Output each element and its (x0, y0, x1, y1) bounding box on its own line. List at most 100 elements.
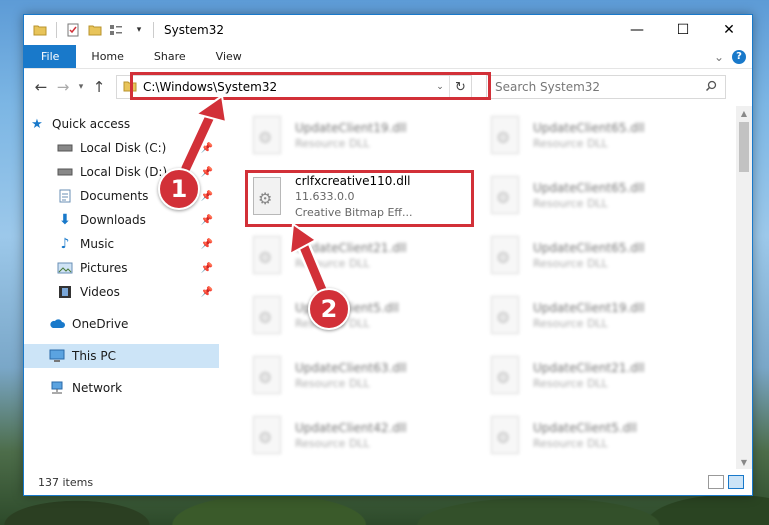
nav-item-quick-access[interactable]: ★ Quick access (24, 112, 219, 136)
file-name: UpdateClient5.dll (533, 421, 637, 435)
dll-file-icon: ⚙ (487, 416, 523, 456)
pin-icon[interactable]: 📌 (201, 191, 213, 202)
pin-icon[interactable]: 📌 (201, 263, 213, 274)
dll-file-icon: ⚙ (487, 296, 523, 336)
forward-arrow-icon[interactable]: → (52, 75, 74, 99)
callout-badge-2: 2 (308, 288, 350, 330)
ribbon-tabs: File Home Share View ⌄ ? (24, 45, 752, 69)
file-tile[interactable]: ⚙ UpdateClient65.dll Resource DLL (487, 230, 707, 282)
nav-item-network[interactable]: Network (24, 376, 219, 400)
documents-icon (56, 188, 74, 204)
file-name: UpdateClient65.dll (533, 121, 645, 135)
maximize-button[interactable]: ☐ (660, 15, 706, 45)
file-type: Resource DLL (533, 377, 608, 390)
nav-item-local-disk-c[interactable]: Local Disk (C:) 📌 (24, 136, 219, 160)
file-type: Resource DLL (533, 137, 608, 150)
nav-item-downloads[interactable]: ⬇ Downloads 📌 (24, 208, 219, 232)
file-tile[interactable]: ⚙ UpdateClient19.dll Resource DLL (249, 110, 469, 162)
file-type: Resource DLL (533, 257, 608, 270)
item-count: 137 items (38, 475, 94, 489)
search-input[interactable]: Search System32 (486, 75, 726, 99)
nav-item-onedrive[interactable]: OneDrive (24, 312, 219, 336)
up-arrow-icon[interactable]: ↑ (88, 75, 110, 99)
address-bar-highlight (130, 72, 491, 100)
ribbon-right-controls: ⌄ ? (714, 45, 752, 68)
dll-file-icon: ⚙ (249, 116, 285, 156)
file-tile[interactable]: ⚙ UpdateClient65.dll Resource DLL (487, 110, 707, 162)
nav-item-pictures[interactable]: Pictures 📌 (24, 256, 219, 280)
minimize-button[interactable]: — (614, 15, 660, 45)
file-name: UpdateClient65.dll (533, 241, 645, 255)
new-folder-icon[interactable] (87, 22, 103, 38)
file-tile[interactable]: ⚙ UpdateClient21.dll Resource DLL (249, 230, 469, 282)
film-icon (56, 284, 74, 300)
music-note-icon: ♪ (60, 236, 70, 252)
file-name: UpdateClient63.dll (295, 361, 407, 375)
nav-label: Videos (80, 285, 120, 299)
pin-icon[interactable]: 📌 (201, 215, 213, 226)
close-button[interactable]: ✕ (706, 15, 752, 45)
dll-file-icon: ⚙ (249, 296, 285, 336)
folder-icon (32, 22, 48, 38)
file-tile[interactable]: ⚙ UpdateClient21.dll Resource DLL (487, 350, 707, 402)
expand-ribbon-chevron-icon[interactable]: ⌄ (714, 50, 724, 64)
tab-file[interactable]: File (24, 45, 77, 68)
details-view-icon[interactable] (708, 475, 724, 489)
recent-locations-chevron-icon[interactable]: ▾ (74, 75, 88, 99)
file-tile[interactable]: ⚙ UpdateClient5.dllResource DLL (249, 290, 469, 342)
main-area: ★ Quick access Local Disk (C:) 📌 Local D… (24, 106, 752, 469)
dll-file-icon: ⚙ (487, 356, 523, 396)
back-arrow-icon[interactable]: ← (30, 75, 52, 99)
dll-file-icon: ⚙ (487, 236, 523, 276)
search-icon[interactable] (705, 80, 717, 95)
window-controls: — ☐ ✕ (614, 15, 752, 45)
nav-label: Local Disk (C:) (80, 141, 167, 155)
tiles-view-icon[interactable] (728, 475, 744, 489)
nav-item-videos[interactable]: Videos 📌 (24, 280, 219, 304)
file-highlight (245, 170, 474, 227)
dll-file-icon: ⚙ (249, 356, 285, 396)
tab-view[interactable]: View (201, 45, 257, 68)
pin-icon[interactable]: 📌 (201, 143, 213, 154)
search-placeholder: Search System32 (495, 80, 601, 94)
pin-icon[interactable]: 📌 (201, 239, 213, 250)
nav-item-this-pc[interactable]: This PC (24, 344, 219, 368)
download-arrow-icon: ⬇ (59, 212, 71, 228)
view-options-icon[interactable] (109, 22, 125, 38)
tab-home[interactable]: Home (76, 45, 138, 68)
star-icon: ★ (31, 116, 43, 132)
file-tile[interactable]: ⚙ UpdateClient5.dllResource DLL (487, 410, 707, 462)
nav-item-music[interactable]: ♪ Music 📌 (24, 232, 219, 256)
vertical-scrollbar[interactable]: ▲ ▼ (736, 106, 752, 469)
help-icon[interactable]: ? (732, 49, 746, 64)
nav-label: Music (80, 237, 115, 251)
tab-share[interactable]: Share (139, 45, 201, 68)
file-tile[interactable]: ⚙ UpdateClient19.dll Resource DLL (487, 290, 707, 342)
network-icon (48, 380, 66, 396)
scroll-up-arrow-icon[interactable]: ▲ (736, 106, 752, 120)
pin-icon[interactable]: 📌 (201, 167, 213, 178)
file-type: Resource DLL (295, 257, 370, 270)
scroll-down-arrow-icon[interactable]: ▼ (736, 455, 752, 469)
pin-icon[interactable]: 📌 (201, 287, 213, 298)
dll-file-icon: ⚙ (487, 116, 523, 156)
nav-label: This PC (72, 349, 116, 363)
properties-icon[interactable] (65, 22, 81, 38)
nav-label: OneDrive (72, 317, 129, 331)
nav-label: Network (72, 381, 123, 395)
file-tile[interactable]: ⚙ UpdateClient42.dll Resource DLL (249, 410, 469, 462)
window-title: System32 (164, 23, 225, 37)
dll-file-icon: ⚙ (249, 416, 285, 456)
file-type: Resource DLL (533, 317, 608, 330)
title-bar: ▾ System32 — ☐ ✕ (24, 15, 752, 45)
dll-file-icon: ⚙ (249, 236, 285, 276)
file-type: Resource DLL (295, 137, 370, 150)
divider (153, 22, 154, 38)
file-list: ⚙ UpdateClient19.dll Resource DLL ⚙ crlfx… (219, 106, 752, 469)
view-switcher (708, 475, 752, 489)
dll-file-icon: ⚙ (487, 176, 523, 216)
file-tile[interactable]: ⚙ UpdateClient63.dll Resource DLL (249, 350, 469, 402)
scroll-thumb[interactable] (739, 122, 749, 172)
customize-toolbar-chevron-icon[interactable]: ▾ (131, 22, 147, 38)
file-tile[interactable]: ⚙ UpdateClient65.dll Resource DLL (487, 170, 707, 222)
